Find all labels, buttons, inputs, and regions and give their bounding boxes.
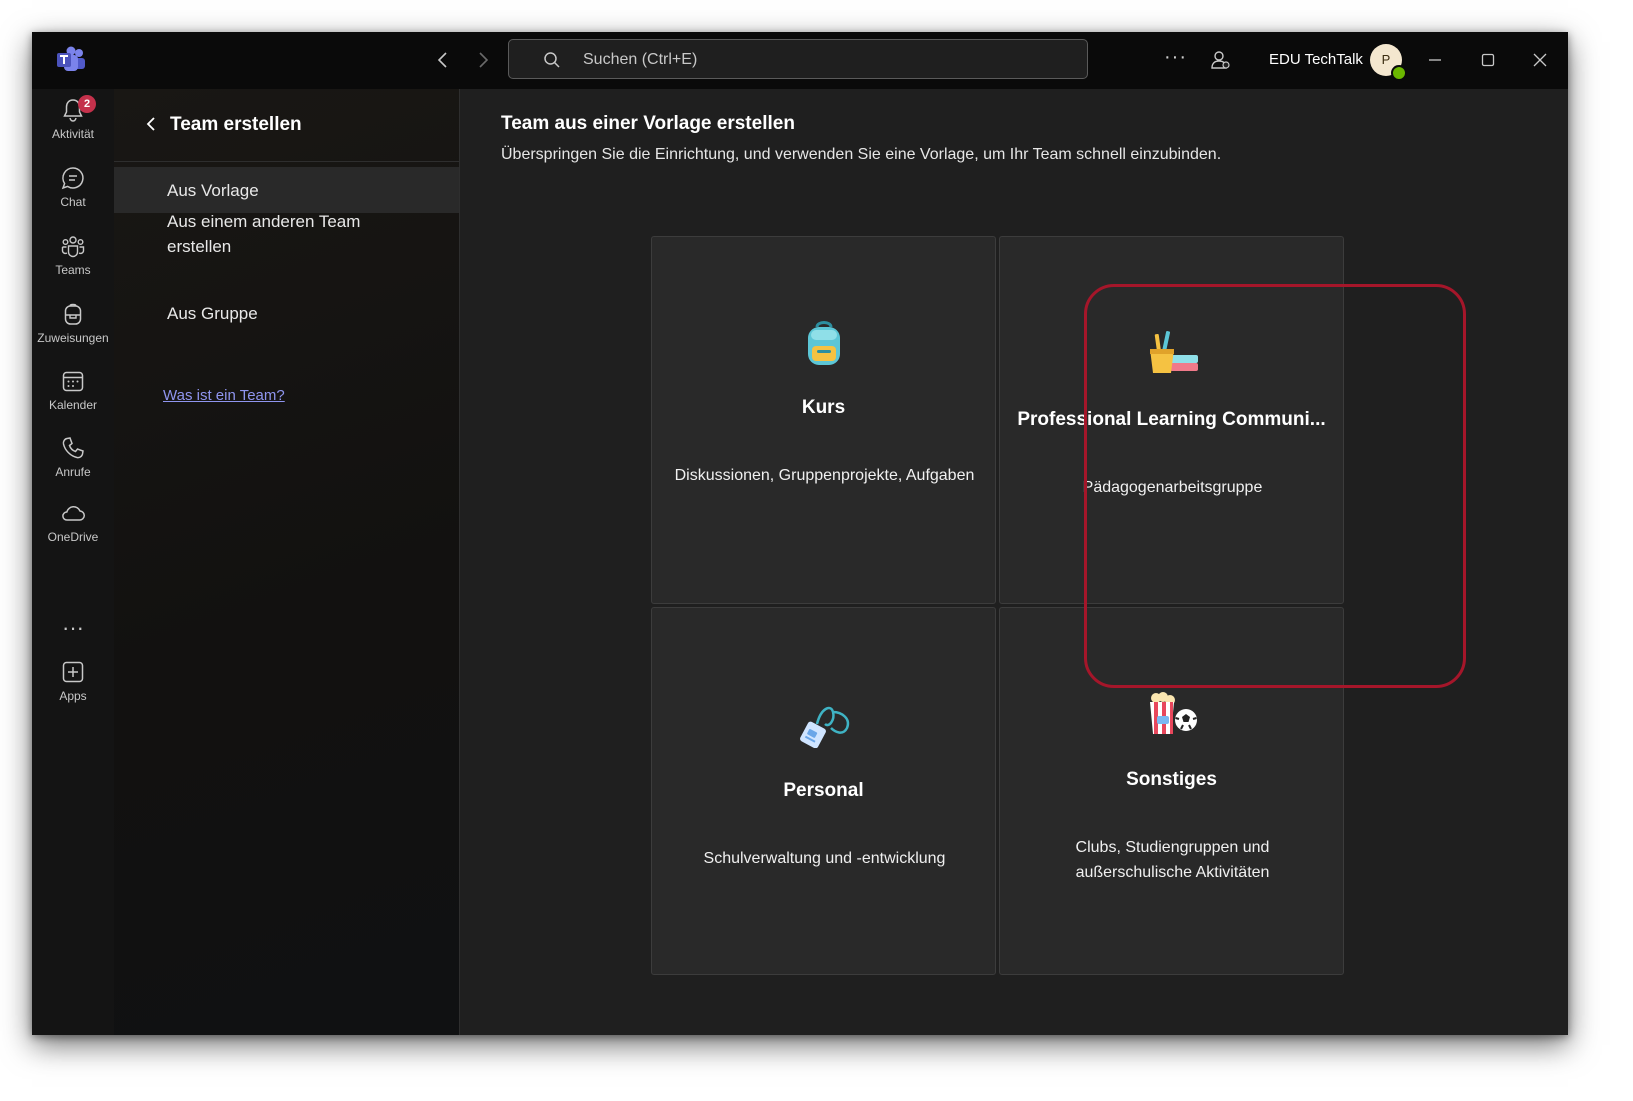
title-bar: Suchen (Ctrl+E) ··· EDU TechTalk P — [32, 32, 1568, 89]
menu-item-aus-anderem-team[interactable]: Aus einem anderen Team erstellen — [114, 209, 459, 259]
appbar-label: Zuweisungen — [37, 331, 109, 345]
menu-item-aus-vorlage[interactable]: Aus Vorlage — [114, 167, 459, 213]
card-description: Diskussionen, Gruppenprojekte, Aufgaben — [674, 467, 975, 484]
what-is-team-link[interactable]: Was ist ein Team? — [163, 387, 285, 404]
phone-icon — [62, 437, 84, 459]
appbar-item-anrufe[interactable]: Anrufe — [32, 435, 114, 499]
template-card-sonstiges[interactable]: Sonstiges Clubs, Studiengruppen und auße… — [999, 607, 1344, 975]
template-card-personal[interactable]: Personal Schulverwaltung und -entwicklun… — [651, 607, 996, 975]
appbar-label: Chat — [60, 195, 86, 209]
maximize-icon[interactable] — [1477, 49, 1499, 71]
more-options-icon[interactable]: ··· — [1164, 46, 1187, 69]
template-card-plc[interactable]: Professional Learning Communi... Pädagog… — [999, 236, 1344, 604]
close-icon[interactable] — [1529, 49, 1551, 71]
appbar-item-teams[interactable]: Teams — [32, 233, 114, 297]
page-subtitle: Überspringen Sie die Einrichtung, und ve… — [501, 146, 1222, 163]
popcorn-ball-icon — [1149, 692, 1197, 734]
app-bar: 2 Aktivität Chat Teams Zuweisungen Kalen… — [32, 89, 114, 1035]
card-title: Sonstiges — [1126, 769, 1217, 790]
card-description: Pädagogenarbeitsgruppe — [1082, 479, 1263, 496]
backpack-icon — [64, 303, 82, 325]
chat-icon — [61, 167, 84, 190]
appbar-label: Kalender — [48, 398, 98, 412]
back-chevron-icon[interactable] — [142, 115, 160, 133]
appbar-label: Apps — [59, 689, 87, 703]
appbar-item-kalender[interactable]: Kalender — [32, 368, 114, 432]
search-placeholder: Suchen (Ctrl+E) — [583, 51, 698, 68]
backpack-icon — [807, 321, 840, 365]
template-card-kurs[interactable]: Kurs Diskussionen, Gruppenprojekte, Aufg… — [651, 236, 996, 604]
appbar-item-aktivitaet[interactable]: 2 Aktivität — [32, 95, 114, 161]
appbar-label: Teams — [55, 263, 91, 277]
teams-logo-icon[interactable] — [56, 46, 86, 74]
appbar-item-apps[interactable]: Apps — [32, 659, 114, 723]
presence-status-icon — [1391, 65, 1407, 81]
appbar-item-chat[interactable]: Chat — [32, 165, 114, 229]
card-title: Personal — [783, 780, 864, 801]
cloud-icon — [62, 506, 85, 521]
main-content: Team aus einer Vorlage erstellen Überspr… — [460, 89, 1568, 1035]
add-app-icon — [62, 661, 84, 683]
page-title: Team aus einer Vorlage erstellen — [501, 113, 795, 134]
appbar-label: Anrufe — [55, 465, 91, 479]
card-title: Kurs — [801, 397, 846, 418]
appbar-label: OneDrive — [47, 530, 99, 544]
appbar-item-zuweisungen[interactable]: Zuweisungen — [32, 301, 114, 365]
create-team-panel: Team erstellen Aus Vorlage Aus einem and… — [114, 89, 460, 1035]
panel-title: Team erstellen — [170, 114, 302, 135]
calendar-icon — [62, 371, 84, 392]
card-description: Clubs, Studiengruppen und außerschulisch… — [1075, 839, 1270, 881]
panel-header: Team erstellen — [114, 89, 459, 162]
forward-arrow-icon[interactable] — [472, 49, 494, 71]
appbar-label: Aktivität — [51, 127, 94, 141]
teams-icon — [61, 236, 85, 258]
appbar-item-onedrive[interactable]: OneDrive — [32, 500, 114, 564]
badge-lanyard-icon — [799, 706, 849, 748]
more-apps-icon[interactable]: ··· — [32, 615, 114, 641]
user-name[interactable]: EDU TechTalk — [1269, 51, 1363, 68]
search-input[interactable]: Suchen (Ctrl+E) — [508, 39, 1088, 79]
menu-item-aus-gruppe[interactable]: Aus Gruppe — [114, 301, 459, 326]
teams-window: Suchen (Ctrl+E) ··· EDU TechTalk P 2 Akt… — [32, 32, 1568, 1035]
back-arrow-icon[interactable] — [432, 49, 454, 71]
card-description: Schulverwaltung und -entwicklung — [703, 850, 946, 867]
pencil-cup-icon — [1149, 331, 1198, 373]
notification-badge: 2 — [78, 95, 96, 113]
org-person-icon[interactable] — [1209, 49, 1231, 71]
search-icon — [544, 52, 560, 68]
minimize-icon[interactable] — [1424, 49, 1446, 71]
card-title: Professional Learning Communi... — [1017, 409, 1326, 430]
